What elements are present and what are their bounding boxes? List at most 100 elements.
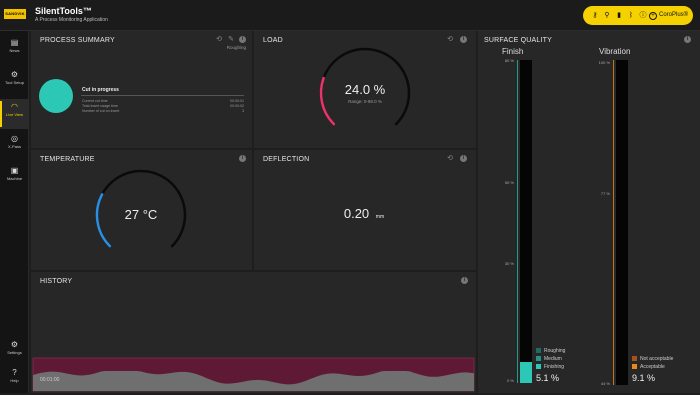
process-status-text: Cut in progress xyxy=(82,87,119,93)
sidebar-item-x-pass[interactable]: ◎ X-Pass xyxy=(0,131,29,161)
summary-label: Total insert usage time xyxy=(82,104,118,108)
sandvik-logo: SANDVIK xyxy=(4,9,26,19)
process-mode: Roughing xyxy=(226,45,246,50)
deflection-unit: mm xyxy=(375,214,385,220)
sidebar-item-label: X-Pass xyxy=(8,144,21,149)
vibration-scale-line xyxy=(613,60,614,385)
vibration-value: 9.1 % xyxy=(632,373,656,383)
machine-icon: ▣ xyxy=(10,166,19,175)
target-icon: ◎ xyxy=(11,134,18,143)
legend-label: Roughing xyxy=(544,348,566,354)
gear-icon: ⚙ xyxy=(10,340,19,349)
legend-label: Not acceptable xyxy=(640,356,674,362)
history-time: 00:01:00 xyxy=(40,377,60,383)
summary-row: Total insert usage time 00:00:02 xyxy=(82,104,244,108)
finish-tick: 50 % xyxy=(504,180,514,185)
legend-swatch xyxy=(536,348,541,353)
app-title: SilentTools™ xyxy=(35,6,92,16)
sidebar-item-news[interactable]: ▤ News xyxy=(0,35,29,65)
summary-value: 3 xyxy=(242,109,244,113)
sidebar-item-label: Live View xyxy=(5,112,24,117)
vibration-tick: 77 % xyxy=(600,191,610,196)
history-chart xyxy=(32,357,475,392)
tool-icon[interactable]: ⚷ xyxy=(591,11,599,20)
vibration-tick: 44 % xyxy=(600,381,610,386)
sidebar-item-label: Tool Setup xyxy=(5,80,24,85)
sidebar-item-label: Help xyxy=(10,378,19,383)
coroplus-icon: + xyxy=(649,12,657,20)
finish-tick: 30 % xyxy=(504,261,514,266)
divider xyxy=(81,95,244,96)
bluetooth-icon[interactable]: ᛒ xyxy=(627,11,635,20)
summary-value: 00:00:01 xyxy=(230,99,244,103)
finish-tick: 80 % xyxy=(504,58,514,63)
status-pill[interactable]: ⚷ ⚲ ▮ ᛒ ⓘ + CoroPlus® xyxy=(583,6,693,25)
temperature-panel: TEMPERATURE i 27 °C xyxy=(31,150,252,270)
summary-label: Number of cut on insert xyxy=(82,109,120,113)
sidebar-item-machine[interactable]: ▣ Machine xyxy=(0,163,29,193)
sidebar-item-label: Settings xyxy=(7,350,22,355)
finish-value: 5.1 % xyxy=(536,373,560,383)
surface-quality-panel: SURFACE QUALITY i Finish Vibration xyxy=(478,31,700,393)
deflection-value: 0.20 xyxy=(343,206,370,221)
sidebar-item-settings[interactable]: ⚙ Settings xyxy=(0,337,29,367)
info-icon[interactable]: i xyxy=(239,36,246,43)
load-panel: LOAD ⟲ i 24.0 % Range: 0-98.0 % xyxy=(254,31,476,148)
panel-title: SURFACE QUALITY xyxy=(484,37,552,44)
coroplus-button[interactable]: + CoroPlus® xyxy=(649,10,689,21)
legend-item: Finishing xyxy=(536,364,564,370)
deflection-readout: 0.20 mm xyxy=(314,206,414,221)
finish-bar xyxy=(520,60,532,383)
legend-label: Medium xyxy=(544,356,562,362)
process-status-indicator xyxy=(39,79,73,113)
help-icon: ? xyxy=(12,368,17,377)
tool-alt-icon[interactable]: ⚲ xyxy=(603,11,611,20)
tool-setup-icon: ⚙ xyxy=(10,70,19,79)
info-icon[interactable]: ⓘ xyxy=(639,11,647,20)
panel-title: DEFLECTION xyxy=(263,156,310,163)
news-icon: ▤ xyxy=(10,38,19,47)
deflection-panel: DEFLECTION ⟲ i 0.20 mm xyxy=(254,150,476,270)
vibration-tick: 100 % xyxy=(598,60,610,65)
legend-swatch xyxy=(536,364,541,369)
edit-icon[interactable]: ✎ xyxy=(227,36,235,44)
load-value: 24.0 % xyxy=(344,82,386,97)
load-range: Range: 0-98.0 % xyxy=(348,99,382,104)
gauge-icon: ◠ xyxy=(11,102,18,111)
legend-swatch xyxy=(632,356,637,361)
legend-item: Not acceptable xyxy=(632,356,673,362)
legend-item: Roughing xyxy=(536,348,565,354)
sidebar-item-label: Machine xyxy=(6,176,23,181)
finish-bar-fill xyxy=(520,362,532,383)
finish-label: Finish xyxy=(502,47,524,56)
sync-icon[interactable]: ⟲ xyxy=(215,36,223,44)
sidebar-item-tool-setup[interactable]: ⚙ Tool Setup xyxy=(0,67,29,97)
info-icon[interactable]: i xyxy=(460,155,467,162)
sidebar-item-help[interactable]: ? Help xyxy=(0,365,29,395)
sidebar: ▤ News ⚙ Tool Setup ◠ Live View ◎ X-Pass… xyxy=(0,31,29,393)
battery-icon[interactable]: ▮ xyxy=(615,11,623,20)
vibration-label: Vibration xyxy=(599,47,631,56)
legend-label: Finishing xyxy=(544,364,565,370)
legend-label: Acceptable xyxy=(640,364,665,370)
summary-label: Current cut time xyxy=(82,99,108,103)
coroplus-label: CoroPlus® xyxy=(659,12,689,18)
sidebar-item-label: News xyxy=(9,48,20,53)
summary-value: 00:00:02 xyxy=(230,104,244,108)
legend-swatch xyxy=(536,356,541,361)
legend-swatch xyxy=(632,364,637,369)
panel-title: PROCESS SUMMARY xyxy=(40,37,115,44)
finish-tick: 0 % xyxy=(507,378,514,383)
temperature-value: 27 °C xyxy=(124,207,158,222)
info-icon[interactable]: i xyxy=(684,36,691,43)
vibration-bar xyxy=(616,60,628,385)
legend-item: Acceptable xyxy=(632,364,665,370)
legend-item: Medium xyxy=(536,356,562,362)
sync-icon[interactable]: ⟲ xyxy=(446,155,454,163)
history-panel: HISTORY i xyxy=(31,272,476,393)
summary-row: Current cut time 00:00:01 xyxy=(82,99,244,103)
summary-row: Number of cut on insert 3 xyxy=(82,109,244,113)
app-subtitle: A Process Monitoring Application xyxy=(35,17,108,23)
sidebar-item-live-view[interactable]: ◠ Live View xyxy=(0,99,29,129)
top-bar: SANDVIK SilentTools™ A Process Monitorin… xyxy=(0,0,700,31)
